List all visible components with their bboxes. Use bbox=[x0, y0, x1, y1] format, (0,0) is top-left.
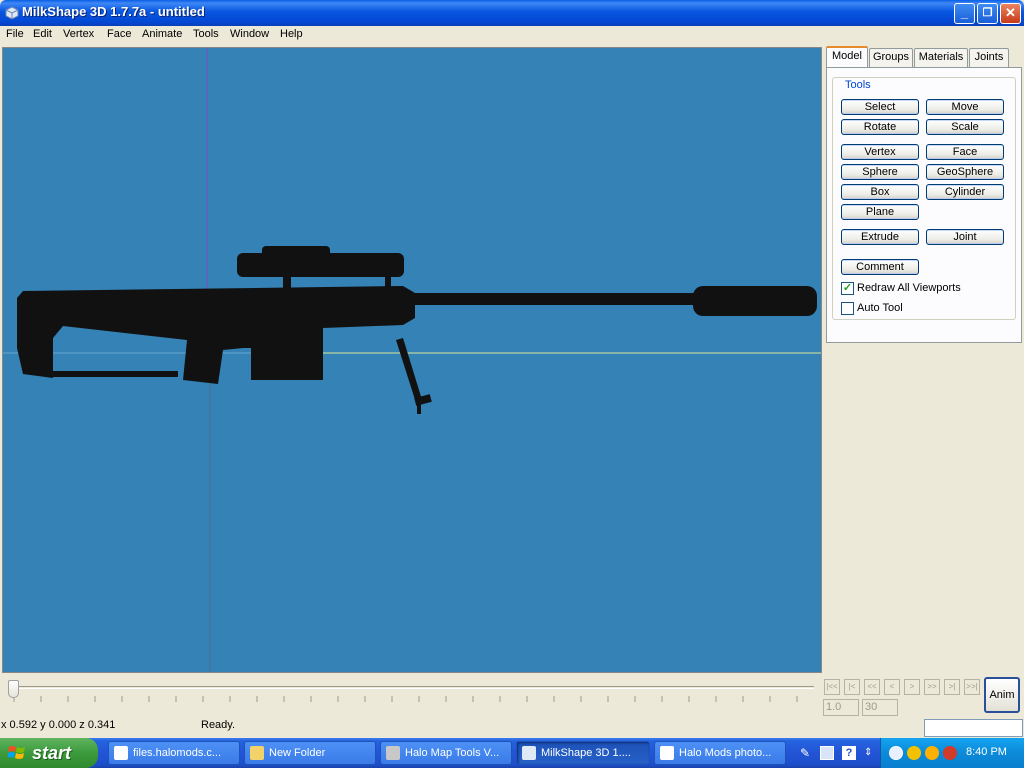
move-button[interactable]: Move bbox=[926, 99, 1004, 115]
animation-timeline: |<< |< << < > >> >| >>| 1.0 30 Anim bbox=[0, 674, 1024, 720]
webpage-icon bbox=[114, 746, 128, 760]
last-key-button[interactable]: >| bbox=[944, 679, 960, 695]
clock: 8:40 PM bbox=[966, 746, 1007, 758]
box-button[interactable]: Box bbox=[841, 184, 919, 200]
menu-edit[interactable]: Edit bbox=[33, 28, 52, 40]
extrude-button[interactable]: Extrude bbox=[841, 229, 919, 245]
taskbar-item-label: Halo Map Tools V... bbox=[405, 747, 500, 759]
properties-panel: Model Groups Materials Joints Tools Sele… bbox=[824, 46, 1024, 674]
last-frame-button[interactable]: >>| bbox=[964, 679, 980, 695]
minimize-icon: _ bbox=[960, 5, 969, 20]
menu-animate[interactable]: Animate bbox=[142, 28, 182, 40]
plane-button[interactable]: Plane bbox=[841, 204, 919, 220]
select-button[interactable]: Select bbox=[841, 99, 919, 115]
status-bar: x 0.592 y 0.000 z 0.341 Ready. bbox=[0, 717, 1024, 737]
chevron-icon[interactable]: ⇕ bbox=[864, 746, 878, 760]
start-label: start bbox=[32, 743, 72, 763]
first-frame-button[interactable]: |<< bbox=[824, 679, 840, 695]
milkshape-app-icon bbox=[5, 6, 19, 20]
menu-face[interactable]: Face bbox=[107, 28, 131, 40]
network-icon[interactable] bbox=[943, 746, 957, 760]
first-key-button[interactable]: |< bbox=[844, 679, 860, 695]
prev-key-button[interactable]: << bbox=[864, 679, 880, 695]
security-shield-icon[interactable] bbox=[907, 746, 921, 760]
minimize-button[interactable]: _ bbox=[954, 3, 975, 24]
menu-file[interactable]: File bbox=[6, 28, 24, 40]
tab-groups[interactable]: Groups bbox=[869, 48, 913, 67]
menu-tools[interactable]: Tools bbox=[193, 28, 219, 40]
help-icon[interactable]: ? bbox=[842, 746, 856, 760]
sphere-button[interactable]: Sphere bbox=[841, 164, 919, 180]
taskbar-item-label: Halo Mods photo... bbox=[679, 747, 772, 759]
taskbar-item-label: New Folder bbox=[269, 747, 326, 759]
sniper-rifle-model bbox=[17, 246, 817, 414]
display-icon[interactable] bbox=[820, 746, 834, 760]
app-icon bbox=[386, 746, 400, 760]
menu-help[interactable]: Help bbox=[280, 28, 303, 40]
pen-tool-icon[interactable]: ✎ bbox=[800, 746, 814, 760]
restore-icon: ❐ bbox=[982, 7, 993, 19]
menu-vertex[interactable]: Vertex bbox=[63, 28, 94, 40]
auto-tool-checkbox[interactable] bbox=[841, 302, 854, 315]
next-key-button[interactable]: >> bbox=[924, 679, 940, 695]
close-icon: ✕ bbox=[1005, 5, 1016, 20]
viewport-3d[interactable] bbox=[2, 47, 822, 673]
windows-flag-icon bbox=[8, 746, 25, 759]
tab-model[interactable]: Model bbox=[826, 46, 868, 68]
anim-mode-button[interactable]: Anim bbox=[984, 677, 1020, 713]
total-frames-field[interactable]: 30 bbox=[862, 699, 898, 716]
menu-window[interactable]: Window bbox=[230, 28, 269, 40]
model-tab-page: Tools Select Move Rotate Scale Vertex Fa… bbox=[826, 67, 1022, 343]
redraw-all-viewports-checkbox[interactable]: ✓ bbox=[841, 282, 854, 295]
window-title: MilkShape 3D 1.7.7a - untitled bbox=[22, 4, 205, 19]
taskbar-item-label: files.halomods.c... bbox=[133, 747, 222, 759]
status-message: Ready. bbox=[201, 719, 236, 731]
taskbar-item-halo-mods-photo[interactable]: Halo Mods photo... bbox=[654, 741, 786, 765]
joint-button[interactable]: Joint bbox=[926, 229, 1004, 245]
vertex-button[interactable]: Vertex bbox=[841, 144, 919, 160]
milkshape-icon bbox=[522, 746, 536, 760]
scale-button[interactable]: Scale bbox=[926, 119, 1004, 135]
next-frame-button[interactable]: > bbox=[904, 679, 920, 695]
back-arrow-icon[interactable] bbox=[889, 746, 903, 760]
checkmark-icon: ✓ bbox=[842, 282, 853, 294]
frame-slider-thumb[interactable] bbox=[8, 680, 19, 698]
cylinder-button[interactable]: Cylinder bbox=[926, 184, 1004, 200]
messenger-icon[interactable] bbox=[925, 746, 939, 760]
redraw-all-viewports-label: Redraw All Viewports bbox=[857, 282, 961, 294]
frame-slider-ticks bbox=[13, 696, 798, 702]
taskbar-item-halo-map-tools[interactable]: Halo Map Tools V... bbox=[380, 741, 512, 765]
close-button[interactable]: ✕ bbox=[1000, 3, 1021, 24]
start-button[interactable]: start bbox=[0, 738, 98, 768]
frame-slider-track[interactable] bbox=[12, 686, 814, 689]
webpage-icon bbox=[660, 746, 674, 760]
cursor-coordinates: x 0.592 y 0.000 z 0.341 bbox=[1, 719, 116, 731]
menu-bar: File Edit Vertex Face Animate Tools Wind… bbox=[0, 26, 1024, 45]
face-button[interactable]: Face bbox=[926, 144, 1004, 160]
tab-joints[interactable]: Joints bbox=[969, 48, 1009, 67]
viewport-canvas[interactable] bbox=[3, 48, 822, 673]
taskbar-item-folder[interactable]: New Folder bbox=[244, 741, 376, 765]
title-bar[interactable]: MilkShape 3D 1.7.7a - untitled _ ❐ ✕ bbox=[0, 0, 1024, 26]
rotate-button[interactable]: Rotate bbox=[841, 119, 919, 135]
tools-groupbox: Tools Select Move Rotate Scale Vertex Fa… bbox=[832, 77, 1016, 320]
taskbar-item-label: MilkShape 3D 1.... bbox=[541, 747, 631, 759]
tools-group-label: Tools bbox=[843, 79, 873, 91]
current-frame-field[interactable]: 1.0 bbox=[823, 699, 859, 716]
taskbar-item-browser[interactable]: files.halomods.c... bbox=[108, 741, 240, 765]
geosphere-button[interactable]: GeoSphere bbox=[926, 164, 1004, 180]
auto-tool-label: Auto Tool bbox=[857, 302, 903, 314]
windows-taskbar: start files.halomods.c... New Folder Hal… bbox=[0, 738, 1024, 768]
taskbar-item-milkshape[interactable]: MilkShape 3D 1.... bbox=[516, 741, 650, 765]
prev-frame-button[interactable]: < bbox=[884, 679, 900, 695]
status-field bbox=[924, 719, 1023, 737]
folder-icon bbox=[250, 746, 264, 760]
maximize-button[interactable]: ❐ bbox=[977, 3, 998, 24]
comment-button[interactable]: Comment bbox=[841, 259, 919, 275]
tab-materials[interactable]: Materials bbox=[914, 48, 968, 67]
